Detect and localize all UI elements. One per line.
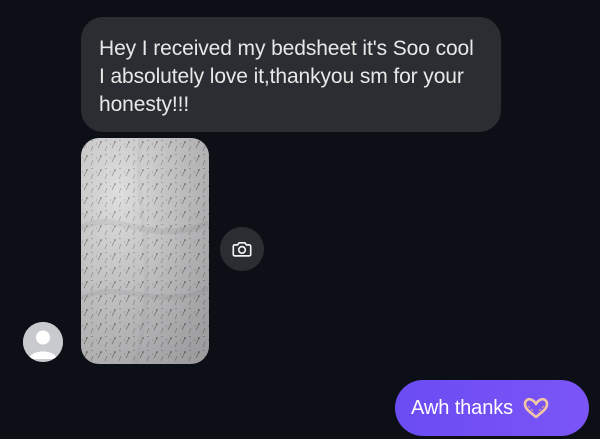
outgoing-message-bubble[interactable]: Awh thanks [395,380,589,436]
incoming-message-bubble[interactable]: Hey I received my bedsheet it's Soo cool… [81,17,501,132]
camera-button[interactable] [220,227,264,271]
outgoing-message-text: Awh thanks [411,396,514,419]
heart-hands-emoji [523,397,549,419]
incoming-message-text: Hey I received my bedsheet it's Soo cool… [99,37,474,116]
sender-avatar[interactable] [23,322,63,362]
incoming-photo[interactable] [81,138,209,364]
default-avatar-icon [23,322,63,362]
bedsheet-photo-image [81,138,209,364]
camera-icon [232,241,252,257]
